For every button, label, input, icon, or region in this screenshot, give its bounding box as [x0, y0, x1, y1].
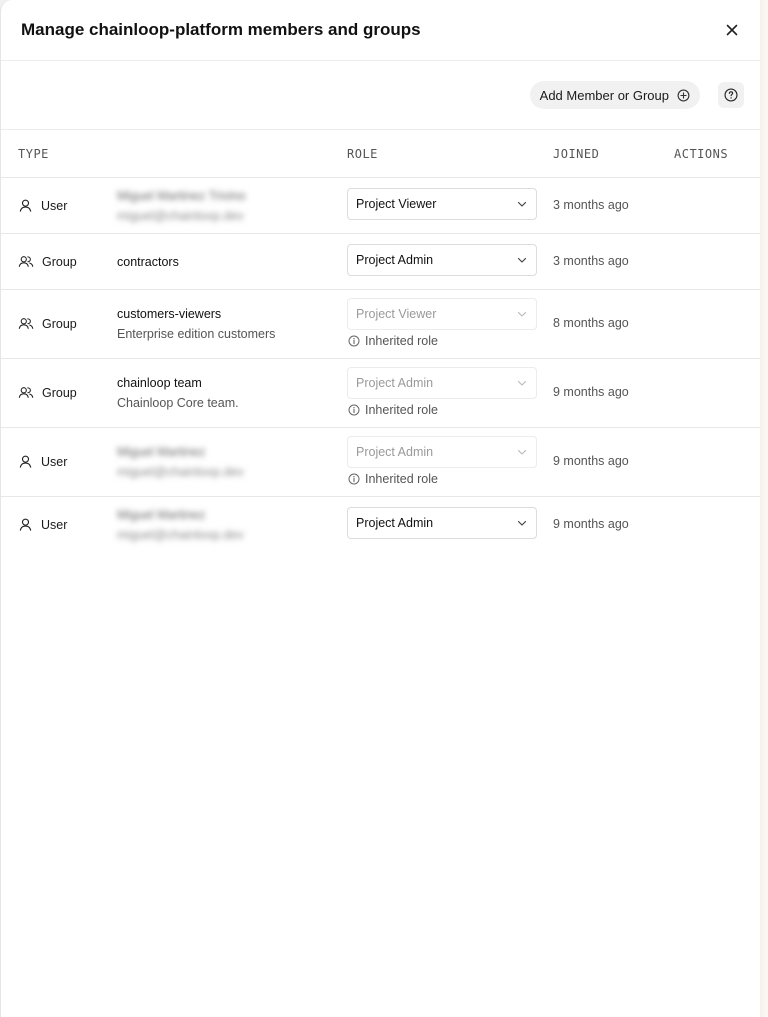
column-header-role: ROLE [347, 147, 378, 161]
chevron-down-icon [517, 257, 527, 263]
manage-members-dialog: Manage chainloop-platform members and gr… [0, 0, 761, 1017]
joined-date: 9 months ago [553, 454, 629, 468]
plus-circle-icon [677, 89, 690, 101]
inherited-role-note: Inherited role [348, 334, 438, 348]
dialog-header: Manage chainloop-platform members and gr… [1, 0, 761, 61]
type-cell: User [18, 517, 67, 532]
joined-date: 3 months ago [553, 198, 629, 212]
role-select-value: Project Viewer [356, 197, 437, 211]
member-email: miguel@chainloop.dev [117, 465, 244, 479]
user-icon [19, 199, 32, 212]
member-name-cell: chainloop team Chainloop Core team. [117, 375, 239, 411]
info-icon [348, 473, 360, 485]
table-row: User Miguel Martinez Trivino miguel@chai… [1, 178, 761, 234]
table-header: TYPE ROLE JOINED ACTIONS [1, 130, 761, 178]
role-select-value: Project Admin [356, 253, 434, 267]
user-icon [19, 455, 32, 468]
inherited-role-label: Inherited role [365, 472, 438, 486]
type-label: Group [42, 385, 77, 400]
chevron-down-icon [517, 449, 527, 455]
member-name: Miguel Martinez [117, 445, 206, 459]
chevron-down-icon [517, 201, 527, 207]
help-button[interactable] [718, 82, 744, 108]
member-name-cell: Miguel Martinez Trivino miguel@chainloop… [117, 188, 246, 224]
column-header-actions: ACTIONS [674, 147, 729, 161]
type-cell: Group [18, 385, 77, 400]
table-row: Group contractors Project Admin 3 months… [1, 234, 761, 290]
member-email: miguel@chainloop.dev [117, 528, 244, 542]
type-cell: User [18, 198, 67, 213]
role-select: Project Viewer [347, 298, 537, 330]
inherited-role-note: Inherited role [348, 403, 438, 417]
user-icon [19, 518, 32, 531]
member-name: chainloop team [117, 376, 202, 390]
add-member-or-group-button[interactable]: Add Member or Group [529, 81, 700, 109]
type-cell: User [18, 454, 67, 469]
member-name-cell: Miguel Martinez miguel@chainloop.dev [117, 507, 244, 543]
background-edge [760, 0, 768, 1017]
member-name-cell: contractors [117, 254, 179, 270]
dialog-title: Manage chainloop-platform members and gr… [21, 20, 421, 39]
group-icon [18, 256, 34, 267]
joined-date: 8 months ago [553, 316, 629, 330]
type-cell: Group [18, 254, 77, 269]
inherited-role-note: Inherited role [348, 472, 438, 486]
role-select-value: Project Viewer [356, 307, 437, 321]
role-select-value: Project Admin [356, 445, 434, 459]
group-icon [18, 387, 34, 398]
member-name-cell: Miguel Martinez miguel@chainloop.dev [117, 444, 244, 480]
type-label: User [41, 198, 68, 213]
role-select[interactable]: Project Viewer [347, 188, 537, 220]
member-email: miguel@chainloop.dev [117, 209, 244, 223]
member-name: Miguel Martinez [117, 508, 206, 522]
type-cell: Group [18, 316, 77, 331]
joined-date: 9 months ago [553, 385, 629, 399]
role-select-value: Project Admin [356, 516, 434, 530]
info-icon [348, 335, 360, 347]
member-name-cell: customers-viewers Enterprise edition cus… [117, 306, 275, 342]
help-circle-icon [724, 88, 738, 102]
member-description: Enterprise edition customers [117, 327, 276, 341]
type-label: Group [42, 316, 77, 331]
inherited-role-label: Inherited role [365, 403, 438, 417]
member-name: customers-viewers [117, 307, 222, 321]
role-select[interactable]: Project Admin [347, 507, 537, 539]
close-icon [726, 24, 738, 36]
table-row: Group customers-viewers Enterprise editi… [1, 290, 761, 359]
member-description: Chainloop Core team. [117, 396, 239, 410]
inherited-role-label: Inherited role [365, 334, 438, 348]
type-label: User [41, 454, 68, 469]
type-label: Group [42, 254, 77, 269]
role-select[interactable]: Project Admin [347, 244, 537, 276]
chevron-down-icon [517, 520, 527, 526]
role-select: Project Admin [347, 367, 537, 399]
member-name: contractors [117, 255, 179, 269]
role-select: Project Admin [347, 436, 537, 468]
toolbar: Add Member or Group [1, 61, 761, 130]
column-header-type: TYPE [18, 147, 49, 161]
add-member-label: Add Member or Group [539, 87, 669, 103]
member-name: Miguel Martinez Trivino [117, 189, 246, 203]
close-button[interactable] [719, 17, 745, 43]
role-select-value: Project Admin [356, 376, 434, 390]
joined-date: 3 months ago [553, 254, 629, 268]
chevron-down-icon [517, 380, 527, 386]
joined-date: 9 months ago [553, 517, 629, 531]
info-icon [348, 404, 360, 416]
table-row: User Miguel Martinez miguel@chainloop.de… [1, 497, 761, 553]
table-row: Group chainloop team Chainloop Core team… [1, 359, 761, 428]
group-icon [18, 318, 34, 329]
type-label: User [41, 517, 68, 532]
table-row: User Miguel Martinez miguel@chainloop.de… [1, 428, 761, 497]
column-header-joined: JOINED [553, 147, 600, 161]
chevron-down-icon [517, 311, 527, 317]
